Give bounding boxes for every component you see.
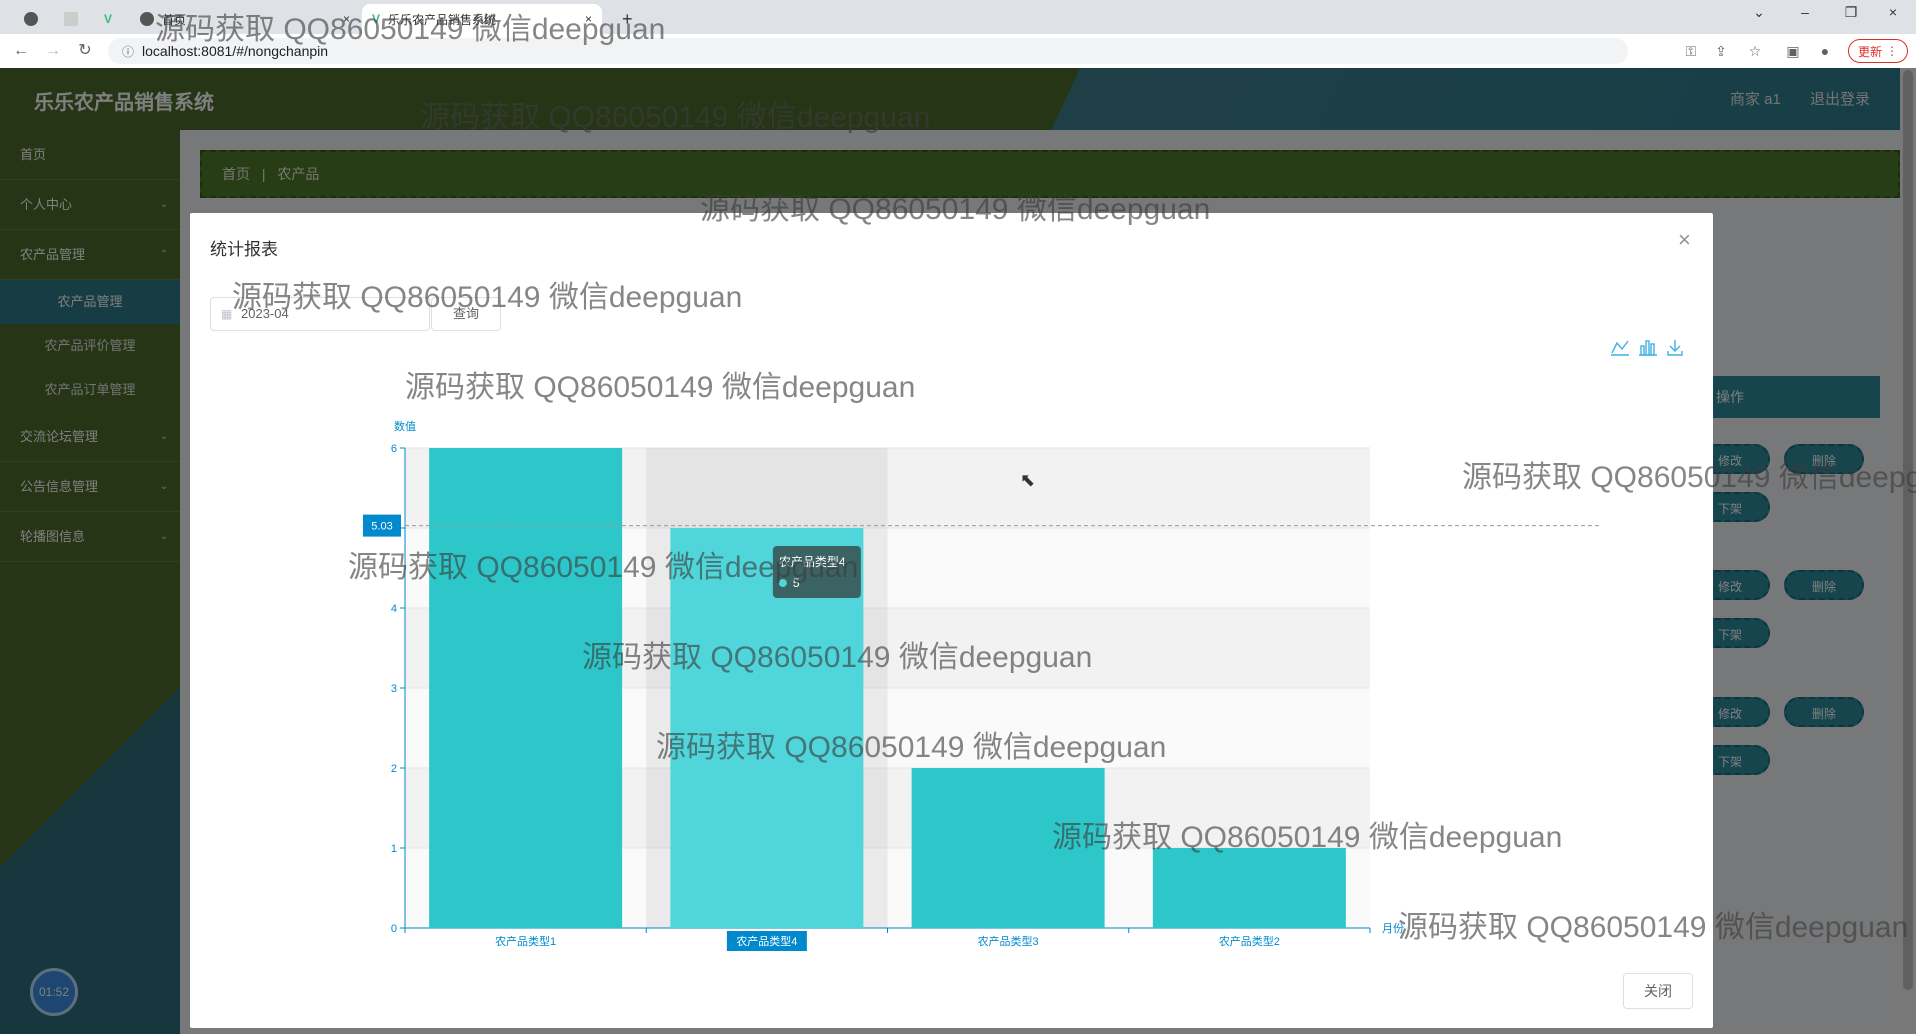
y-axis-title: 数值 (394, 420, 416, 433)
x-tick-label: 农产品类型2 (1219, 934, 1280, 948)
reload-icon[interactable]: ↻ (76, 42, 94, 60)
restore-icon[interactable]: ❐ (1828, 0, 1874, 34)
x-tick-label: 农产品类型1 (495, 934, 556, 948)
calendar-icon: ▦ (221, 307, 233, 321)
tab-home-label: 首页 (162, 12, 187, 27)
profile-icon[interactable]: ● (1816, 42, 1834, 60)
x-tick-label: 农产品类型4 (736, 934, 797, 948)
tab-active-label: 乐乐农产品销售系统 (388, 12, 497, 27)
bar (1152, 848, 1346, 928)
tab-search-icon[interactable]: ⌄ (1736, 0, 1782, 34)
info-icon[interactable]: ⓘ (122, 43, 134, 60)
bar-chart-icon[interactable] (1639, 340, 1657, 356)
tab-active[interactable]: V 乐乐农产品销售系统 × (362, 4, 602, 34)
address-bar: ← → ↻ ⓘ localhost:8081/#/nongchanpin ⚿ ⇪ … (0, 34, 1916, 69)
y-tick-label: 6 (391, 443, 397, 455)
browser-nav-icon[interactable] (14, 4, 56, 34)
tooltip-title: 农产品类型4 (779, 555, 846, 569)
line-chart-icon[interactable] (1611, 340, 1629, 356)
browser-tabstrip: V 首页 × V 乐乐农产品销售系统 × + ⌄ – ❐ × (0, 0, 1916, 34)
bar (429, 448, 623, 928)
key-icon[interactable]: ⚿ (1682, 42, 1700, 60)
tab-vue[interactable]: V (94, 4, 122, 34)
tab-close-icon[interactable]: × (343, 12, 350, 26)
bar-chart: 0 1 2 3 4 5 6 农产品类型1 农产品类型4 农产品类型3 农产品类型2 数值月份 5.03 农… (363, 420, 1600, 951)
chart-toolbox (1611, 340, 1683, 356)
y-tick-label: 0 (391, 923, 397, 935)
y-tick-label: 2 (391, 763, 397, 775)
back-icon[interactable]: ← (12, 42, 30, 60)
stats-modal: 统计报表 × ▦ 2023-04 查询 0 1 2 3 4 5 6 农产品类型1 农产品类型4 农产… (190, 213, 1713, 1028)
star-icon[interactable]: ☆ (1746, 42, 1764, 60)
x-axis-title: 月份 (1382, 922, 1404, 935)
forward-icon[interactable]: → (44, 42, 62, 60)
modal-close-icon[interactable]: × (1678, 227, 1691, 253)
y-tick-label: 4 (391, 603, 397, 615)
sidepanel-icon[interactable]: ▣ (1784, 42, 1802, 60)
x-tick-label: 农产品类型3 (978, 934, 1039, 948)
y-tick-label: 1 (391, 843, 397, 855)
url-text: localhost:8081/#/nongchanpin (142, 43, 329, 59)
vue-icon: V (372, 12, 381, 26)
share-icon[interactable]: ⇪ (1712, 42, 1730, 60)
mouse-cursor-icon: ⬉ (1020, 470, 1036, 490)
tab-home[interactable]: 首页 × (130, 4, 360, 34)
y-axis-pointer-label: 5.03 (371, 521, 392, 533)
bar (911, 768, 1105, 928)
download-icon[interactable] (1667, 340, 1683, 356)
tooltip-value: 5 (793, 576, 800, 590)
new-tab-icon[interactable]: + (612, 4, 643, 34)
month-picker[interactable]: ▦ 2023-04 (210, 297, 430, 331)
modal-title: 统计报表 (210, 240, 278, 259)
tab-blank[interactable] (54, 4, 96, 34)
tab-close-icon[interactable]: × (585, 12, 592, 26)
tooltip-marker (778, 579, 787, 587)
minimize-icon[interactable]: – (1782, 0, 1828, 34)
query-button[interactable]: 查询 (431, 297, 501, 331)
close-button[interactable]: 关闭 (1623, 973, 1693, 1009)
y-tick-label: 3 (391, 683, 397, 695)
tooltip-bg (772, 546, 861, 598)
url-field[interactable]: ⓘ localhost:8081/#/nongchanpin (108, 38, 1628, 64)
update-button[interactable]: 更新 ⋮ (1848, 39, 1908, 63)
month-picker-value: 2023-04 (241, 306, 289, 321)
window-close-icon[interactable]: × (1870, 0, 1916, 34)
